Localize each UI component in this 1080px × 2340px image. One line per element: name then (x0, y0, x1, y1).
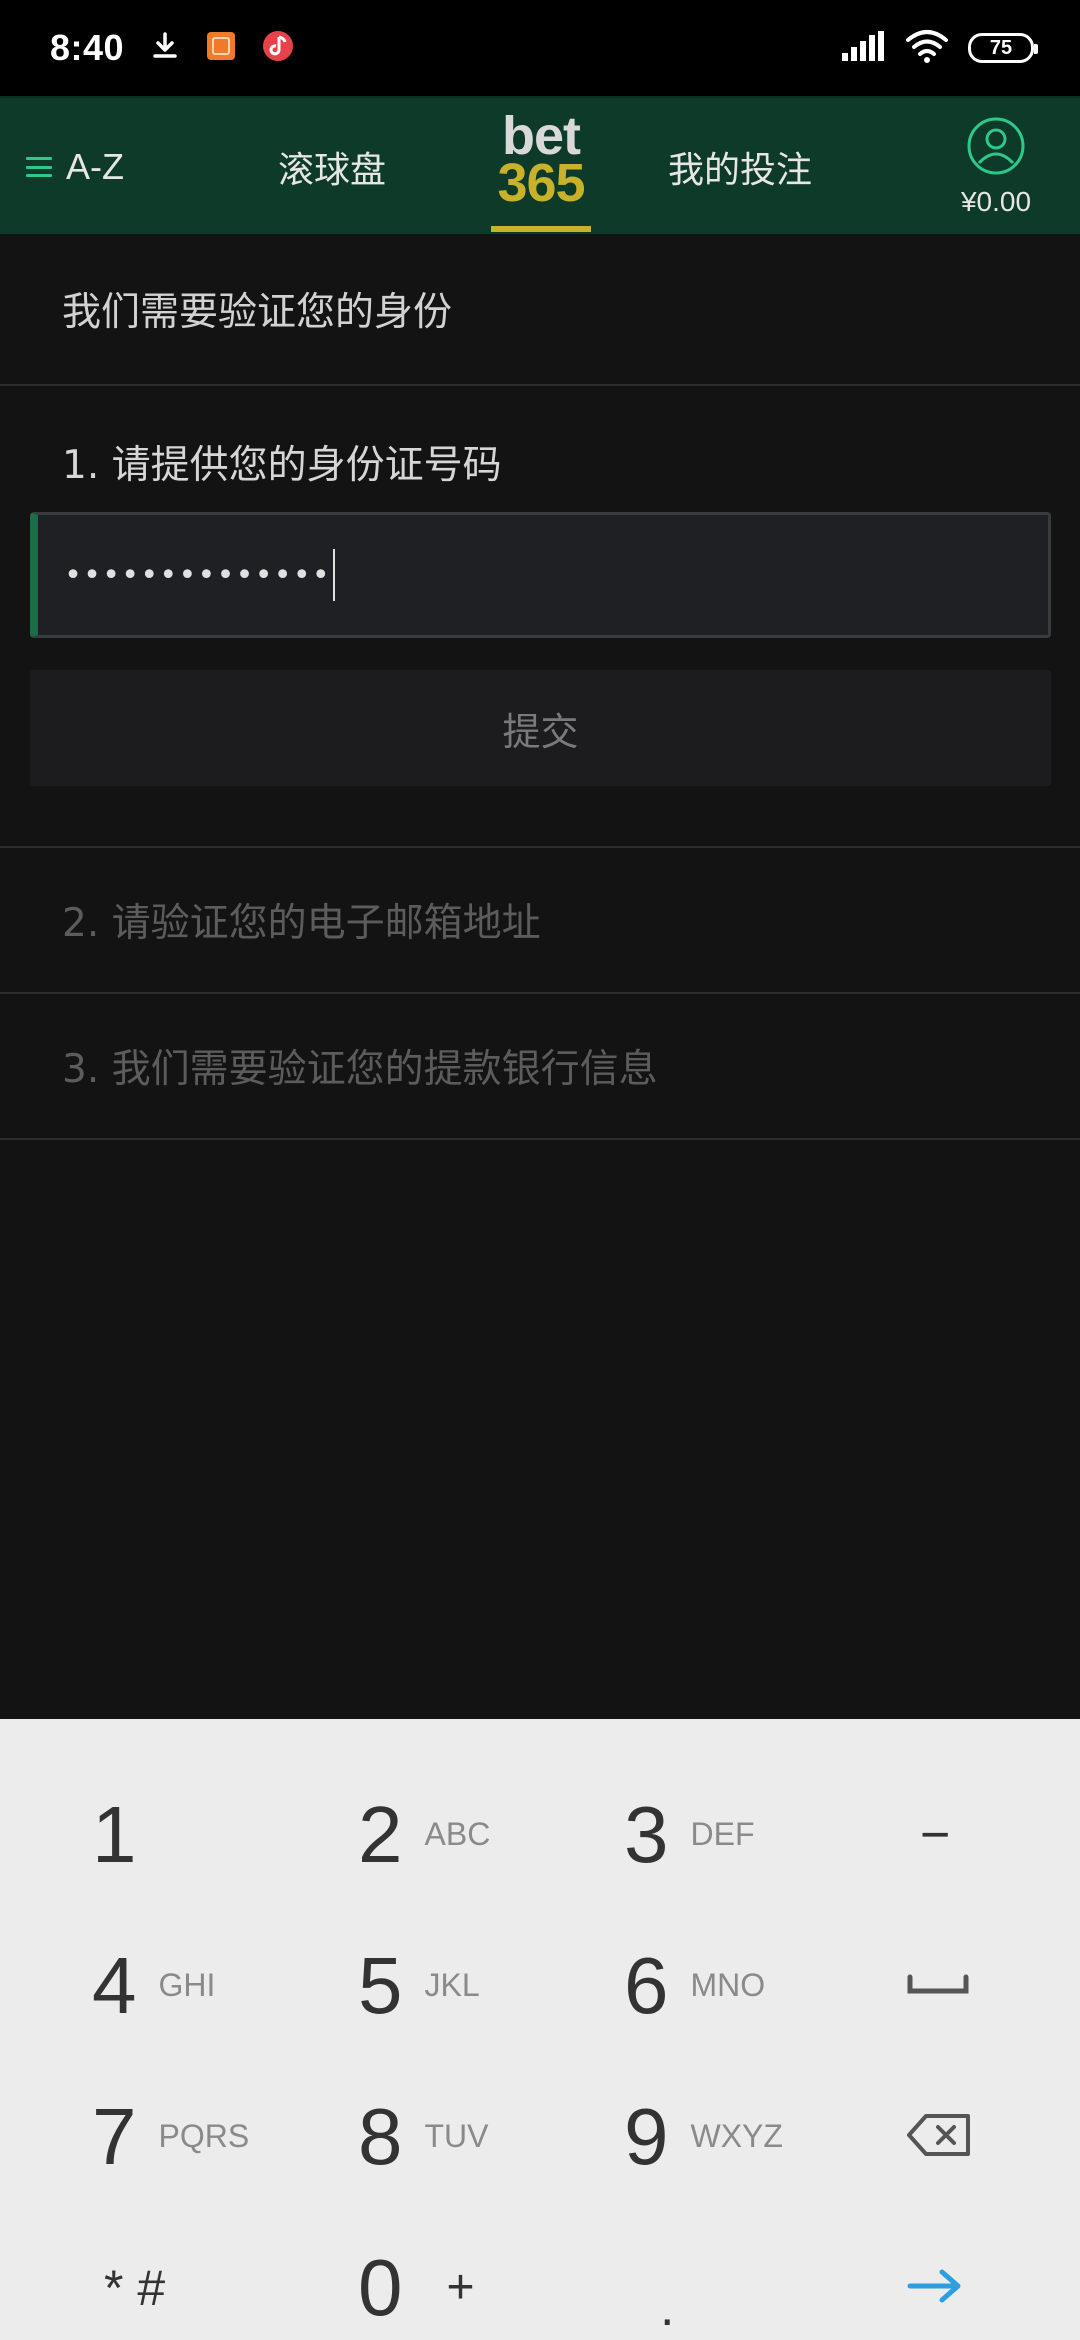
submit-button[interactable]: 提交 (30, 670, 1051, 786)
key-9[interactable]: 9 WXYZ (624, 2061, 894, 2212)
key-0[interactable]: 0 + (358, 2212, 628, 2340)
page-title: 我们需要验证您的身份 (0, 234, 1080, 386)
logo-underline (491, 226, 591, 232)
account-balance: ¥0.00 (960, 186, 1032, 217)
backspace-icon (906, 2113, 972, 2161)
nav-inplay[interactable]: 滚球盘 (278, 98, 386, 236)
numeric-keyboard: 1 2 ABC 3 DEF − 4 GHI 5 JKL 6 MNO 7 PQRS… (0, 1719, 1080, 2340)
music-icon (262, 30, 294, 66)
step-2-row[interactable]: 2. 请验证您的电子邮箱地址 (0, 848, 1080, 994)
key-2[interactable]: 2 ABC (358, 1759, 628, 1910)
key-0-digit: 0 (358, 2242, 403, 2332)
key-5-digit: 5 (358, 1940, 403, 2030)
key-7-letters: PQRS (158, 2118, 250, 2154)
hamburger-icon (26, 154, 52, 180)
app-header: A-Z 滚球盘 bet 365 我的投注 ¥0.00 (0, 96, 1080, 234)
account-button[interactable]: ¥0.00 (936, 116, 1056, 226)
key-minus[interactable]: − (920, 1759, 1040, 1910)
key-6-letters: MNO (690, 1967, 766, 2003)
key-backspace[interactable] (906, 2061, 1026, 2212)
signal-icon (842, 31, 886, 65)
key-star-hash[interactable]: * # (104, 2212, 374, 2340)
key-8[interactable]: 8 TUV (358, 2061, 628, 2212)
key-7[interactable]: 7 PQRS (92, 2061, 362, 2212)
key-5-letters: JKL (424, 1967, 480, 2003)
key-1-digit: 1 (92, 1789, 137, 1879)
id-number-value: •••••••••••••• (64, 557, 331, 593)
key-7-digit: 7 (92, 2091, 137, 2181)
key-star-hash-symbol: * # (104, 2259, 166, 2316)
wifi-icon (906, 29, 948, 67)
key-0-plus: + (446, 2261, 475, 2314)
nav-my-bets[interactable]: 我的投注 (668, 98, 812, 236)
battery-icon: 75 (968, 33, 1038, 63)
verification-panel: 我们需要验证您的身份 1. 请提供您的身份证号码 •••••••••••••• … (0, 234, 1080, 1140)
key-dot-symbol: . (660, 2278, 675, 2337)
key-space[interactable] (906, 1910, 1026, 2061)
key-6[interactable]: 6 MNO (624, 1910, 894, 2061)
key-3-letters: DEF (690, 1816, 755, 1852)
key-enter[interactable] (906, 2212, 1026, 2340)
key-3[interactable]: 3 DEF (624, 1759, 894, 1910)
key-8-digit: 8 (358, 2091, 403, 2181)
user-icon (966, 116, 1026, 180)
step-3-row[interactable]: 3. 我们需要验证您的提款银行信息 (0, 994, 1080, 1140)
key-4[interactable]: 4 GHI (92, 1910, 362, 2061)
arrow-right-icon (906, 2266, 966, 2310)
step-1-section: 1. 请提供您的身份证号码 •••••••••••••• 提交 (0, 386, 1080, 848)
key-6-digit: 6 (624, 1940, 669, 2030)
text-caret (332, 549, 335, 601)
step-1-label: 1. 请提供您的身份证号码 (62, 443, 502, 488)
id-number-input[interactable]: •••••••••••••• (30, 512, 1051, 638)
key-2-digit: 2 (358, 1789, 403, 1879)
az-menu-label: A-Z (66, 146, 124, 187)
key-4-letters: GHI (158, 1967, 216, 2003)
key-1[interactable]: 1 (92, 1759, 362, 1910)
key-dot[interactable]: . (660, 2212, 780, 2340)
status-bar: 8:40 75 (0, 0, 1080, 96)
key-9-digit: 9 (624, 2091, 669, 2181)
status-time: 8:40 (50, 27, 125, 68)
download-icon (150, 31, 180, 65)
key-3-digit: 3 (624, 1789, 669, 1879)
key-8-letters: TUV (424, 2118, 489, 2154)
key-minus-symbol: − (920, 1805, 951, 1864)
key-5[interactable]: 5 JKL (358, 1910, 628, 2061)
az-menu-button[interactable]: A-Z (26, 98, 124, 236)
logo-bet-text: bet (502, 106, 581, 166)
key-2-letters: ABC (424, 1816, 491, 1852)
app-notification-icon (206, 31, 236, 65)
key-9-letters: WXYZ (690, 2118, 783, 2154)
key-4-digit: 4 (92, 1940, 137, 2030)
logo-365-text: 365 (497, 153, 585, 213)
space-icon (906, 1969, 970, 2003)
bet365-logo[interactable]: bet 365 (491, 106, 591, 232)
